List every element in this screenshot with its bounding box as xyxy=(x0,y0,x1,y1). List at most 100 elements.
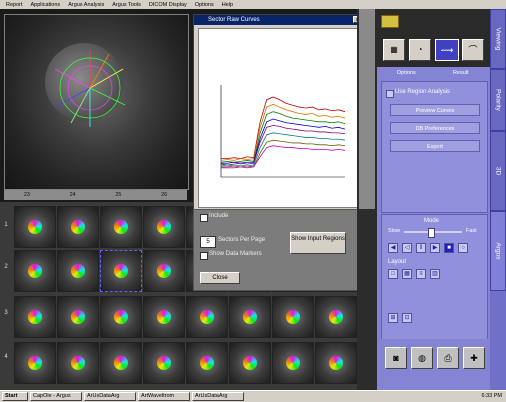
taskbar-item[interactable]: ArtWaveltrom xyxy=(138,392,190,401)
stop-icon[interactable]: ■ xyxy=(444,243,454,253)
column-number: 23 xyxy=(23,192,30,198)
menu-argus-analysis[interactable]: Argus Analysis xyxy=(68,2,104,8)
sector-icon[interactable]: ◔ xyxy=(409,39,431,61)
thumbnail-image[interactable] xyxy=(272,342,314,384)
analysis-options-box: Use Region Analysis Preview Curves DB Pr… xyxy=(381,81,488,213)
thumbnail-image[interactable] xyxy=(57,250,99,292)
tab-viewing-label: Viewing xyxy=(494,27,502,51)
thumbnail-image[interactable] xyxy=(143,206,185,248)
tab-result[interactable]: Result xyxy=(434,69,489,77)
menu-report[interactable]: Report xyxy=(6,2,23,8)
taskbar-item[interactable]: CapOle - Argus xyxy=(30,392,82,401)
scrollbar-thumb[interactable] xyxy=(359,9,375,209)
thumbnail-image[interactable] xyxy=(272,296,314,338)
window-title[interactable]: Sector Raw Curves xyxy=(194,15,362,25)
options-tab-bar: Options Result xyxy=(379,69,488,77)
thumbnail-image[interactable] xyxy=(229,296,271,338)
contour-tool-icon[interactable]: ◍ xyxy=(411,347,433,369)
tab-options[interactable]: Options xyxy=(379,69,434,77)
thumbnail-image[interactable] xyxy=(14,250,56,292)
taskbar-item[interactable]: ArUsDataArg xyxy=(192,392,244,401)
thumbnail-image[interactable] xyxy=(14,206,56,248)
menu-applications[interactable]: Applications xyxy=(31,2,61,8)
row-number: 3 xyxy=(4,310,8,316)
thumbnail-image[interactable] xyxy=(315,296,357,338)
step-back-icon[interactable]: ◁ xyxy=(402,243,412,253)
thumbnail-image[interactable] xyxy=(186,342,228,384)
tab-argus[interactable]: Argus xyxy=(490,211,506,291)
series-line xyxy=(221,145,346,169)
tab-3d[interactable]: 3D xyxy=(490,131,506,211)
close-button[interactable]: Close xyxy=(200,272,240,284)
menu-argus-tools[interactable]: Argus Tools xyxy=(112,2,141,8)
sector-overlay-icon xyxy=(200,356,214,370)
main-image-viewport[interactable] xyxy=(4,14,189,190)
curve-icon[interactable]: ⟿ xyxy=(435,39,459,61)
sector-curves-window: Sector Raw Curves x xyxy=(193,14,363,211)
column-number: 24 xyxy=(69,192,76,198)
thumbnail-image[interactable] xyxy=(14,342,56,384)
thumbnail-image[interactable] xyxy=(57,206,99,248)
sector-overlay-icon xyxy=(71,220,85,234)
column-header-strip: 23 24 25 26 xyxy=(4,190,187,200)
tab-polarity-label: Polarity xyxy=(494,89,502,111)
thumbnail-image[interactable] xyxy=(186,296,228,338)
export-tool-icon[interactable]: ⎙ xyxy=(437,347,459,369)
sectors-input[interactable]: 5 xyxy=(200,236,216,248)
zoom-icon[interactable]: ⊞ xyxy=(388,313,398,323)
include-checkbox[interactable] xyxy=(200,214,208,222)
tab-polarity[interactable]: Polarity xyxy=(490,69,506,131)
start-button[interactable]: Start xyxy=(2,392,28,401)
graph-icon[interactable]: ⌒ xyxy=(462,39,484,61)
thumbnail-image[interactable] xyxy=(143,296,185,338)
speed-slider-thumb[interactable] xyxy=(428,228,435,238)
column-number: 26 xyxy=(161,192,168,198)
thumbnail-image[interactable] xyxy=(100,342,142,384)
image-tool-icon[interactable]: ◙ xyxy=(385,347,407,369)
thumbnail-image[interactable] xyxy=(100,296,142,338)
thumbnail-image[interactable] xyxy=(100,250,142,292)
rewind-icon[interactable]: ◀ xyxy=(388,243,398,253)
grid-tool-icon[interactable]: ✚ xyxy=(463,347,485,369)
thumbnail-image[interactable] xyxy=(14,296,56,338)
play-icon[interactable]: ▶ xyxy=(430,243,440,253)
scroll-strip[interactable] xyxy=(357,9,377,390)
layout-single-icon[interactable]: □ xyxy=(388,269,398,279)
db-preferences-button[interactable]: DB Preferences xyxy=(390,122,480,134)
thumbnail-image[interactable] xyxy=(57,342,99,384)
preview-curves-button[interactable]: Preview Curves xyxy=(390,104,480,116)
menu-options[interactable]: Options xyxy=(195,2,214,8)
layout-grid-icon[interactable]: ▦ xyxy=(402,269,412,279)
layout-icon[interactable]: ▦ xyxy=(383,39,405,61)
use-region-checkbox[interactable] xyxy=(386,90,394,98)
show-input-regions-button[interactable]: Show Input Regions xyxy=(290,232,346,254)
layout-columns-icon[interactable]: ▥ xyxy=(430,269,440,279)
menu-dicom-display[interactable]: DICOM Display xyxy=(149,2,187,8)
show-markers-checkbox[interactable] xyxy=(200,252,208,260)
loop-icon[interactable]: ○ xyxy=(458,243,468,253)
sector-overlay-icon xyxy=(114,310,128,324)
sector-overlay-icon xyxy=(114,356,128,370)
pause-icon[interactable]: ‖ xyxy=(416,243,426,253)
thumbnail-image[interactable] xyxy=(143,342,185,384)
taskbar-item[interactable]: ArUsDataArg xyxy=(84,392,136,401)
thumbnail-image[interactable] xyxy=(229,342,271,384)
sector-overlay xyxy=(54,51,126,127)
fit-icon[interactable]: ⊡ xyxy=(402,313,412,323)
tab-viewing[interactable]: Viewing xyxy=(490,9,506,69)
curves-chart xyxy=(220,85,346,178)
thumbnail-image[interactable] xyxy=(57,296,99,338)
layout-rows-icon[interactable]: ≡ xyxy=(416,269,426,279)
sector-overlay-icon xyxy=(286,356,300,370)
menu-help[interactable]: Help xyxy=(222,2,233,8)
include-label: Include xyxy=(209,213,229,219)
thumbnail-image[interactable] xyxy=(100,206,142,248)
export-button[interactable]: Export xyxy=(390,140,480,152)
row-number: 1 xyxy=(4,222,8,228)
sector-overlay-icon xyxy=(157,220,171,234)
folder-icon[interactable] xyxy=(381,15,399,28)
sector-overlay-icon xyxy=(28,356,42,370)
sector-overlay-icon xyxy=(286,310,300,324)
thumbnail-image[interactable] xyxy=(143,250,185,292)
thumbnail-image[interactable] xyxy=(315,342,357,384)
